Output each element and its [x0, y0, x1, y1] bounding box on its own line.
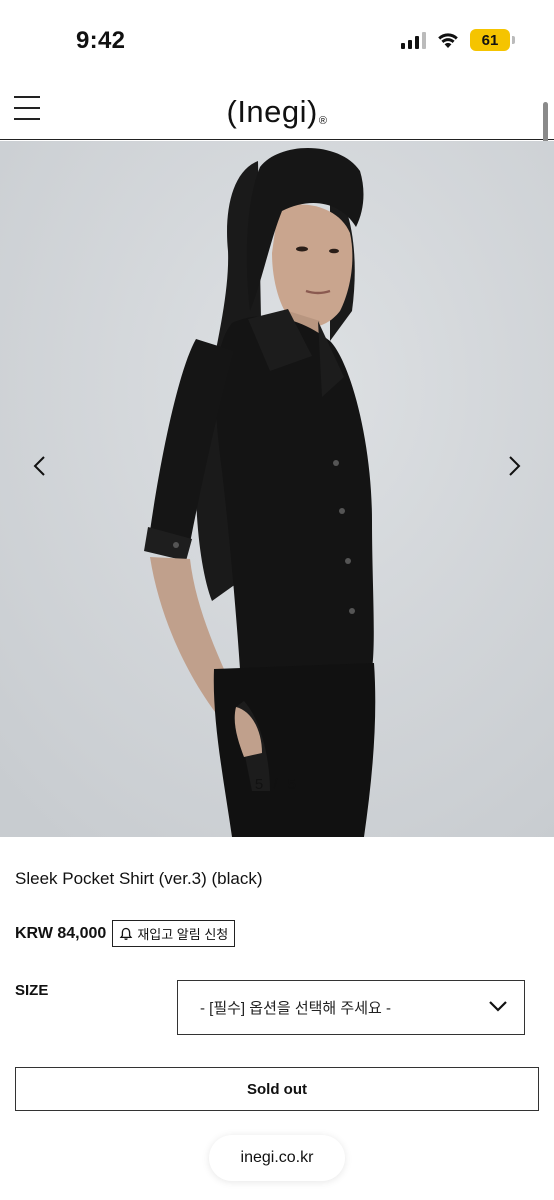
next-image-button[interactable]	[500, 451, 530, 481]
size-select-value: - [필수] 옵션을 선택해 주세요 -	[200, 1000, 391, 1017]
status-bar: 9:42 61	[0, 0, 554, 84]
chevron-right-icon	[509, 456, 521, 476]
registered-mark: ®	[318, 115, 328, 127]
cellular-signal-icon	[401, 31, 426, 49]
image-counter: 5 / 5	[0, 776, 554, 793]
image-counter-current: 5	[254, 776, 267, 793]
restock-alert-label: 재입고 알림 신청	[137, 927, 229, 942]
prev-image-button[interactable]	[24, 451, 54, 481]
restock-alert-button[interactable]: 재입고 알림 신청	[112, 920, 236, 947]
price-row: KRW 84,000 재입고 알림 신청	[15, 920, 236, 947]
sold-out-button[interactable]: Sold out	[15, 1067, 539, 1111]
product-title: Sleek Pocket Shirt (ver.3) (black)	[15, 869, 263, 888]
size-label: SIZE	[15, 982, 49, 999]
size-select[interactable]: - [필수] 옵션을 선택해 주세요 -	[177, 980, 525, 1035]
product-photo	[0, 141, 554, 837]
chevron-left-icon	[33, 456, 45, 476]
battery-indicator: 61	[470, 29, 515, 51]
site-logo[interactable]: (Inegi)®	[0, 94, 554, 130]
product-image-gallery[interactable]: 5 / 5	[0, 141, 554, 837]
status-time: 9:42	[76, 27, 126, 54]
browser-url-bar[interactable]: inegi.co.kr	[209, 1135, 345, 1181]
site-header: (Inegi)®	[0, 84, 554, 140]
product-price: KRW 84,000	[15, 924, 107, 942]
battery-level: 61	[481, 31, 499, 49]
status-icons: 61	[401, 29, 515, 51]
wifi-icon	[438, 33, 458, 48]
image-counter-separator: /	[273, 776, 281, 793]
logo-text: (Inegi)	[226, 94, 318, 129]
image-counter-total: 5	[287, 776, 300, 793]
bell-icon	[119, 927, 133, 940]
sold-out-label: Sold out	[247, 1080, 307, 1098]
browser-url: inegi.co.kr	[240, 1149, 314, 1166]
chevron-down-icon	[489, 1001, 507, 1012]
